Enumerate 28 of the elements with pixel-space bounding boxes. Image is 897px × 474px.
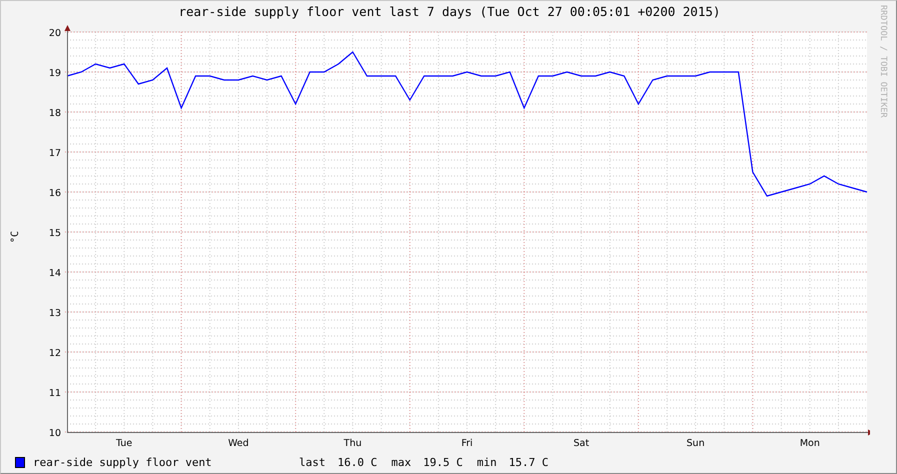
tick-label: Sun xyxy=(686,438,705,449)
tick-label: 18 xyxy=(48,108,61,119)
tick-label: Fri xyxy=(461,438,473,449)
chart-title: rear-side supply floor vent last 7 days (Tue Oct 27 00:05:01 +0200 2015) xyxy=(178,3,722,21)
tick-label: 20 xyxy=(48,28,61,39)
tick-label: 12 xyxy=(48,348,61,359)
tick-label: 13 xyxy=(48,308,61,319)
tick-label: Tue xyxy=(116,438,132,449)
tick-label: 16 xyxy=(48,188,61,199)
tick-label: 10 xyxy=(48,428,61,439)
stat-value: 19.5 C xyxy=(423,456,463,469)
legend-label: rear-side supply floor vent xyxy=(33,456,213,469)
stat-value: 16.0 C xyxy=(338,456,378,469)
stat-value: 15.7 C xyxy=(508,456,548,469)
tick-label: Thu xyxy=(344,438,362,449)
tick-label: 11 xyxy=(48,388,61,399)
tick-label: 17 xyxy=(48,148,61,159)
y-axis-label: °C xyxy=(10,230,21,244)
tick-label: Wed xyxy=(228,438,249,449)
stat-label: last xyxy=(299,456,326,469)
stat-label: min xyxy=(476,456,497,469)
stat-label: max xyxy=(391,456,412,469)
tick-label: 19 xyxy=(48,68,61,79)
tick-label: Mon xyxy=(800,438,820,449)
tick-label: 14 xyxy=(48,268,61,279)
tick-label: 15 xyxy=(48,228,61,239)
credit-text: RRDTOOL / TOBI OETIKER xyxy=(878,5,888,118)
tick-label: Sat xyxy=(574,438,590,449)
